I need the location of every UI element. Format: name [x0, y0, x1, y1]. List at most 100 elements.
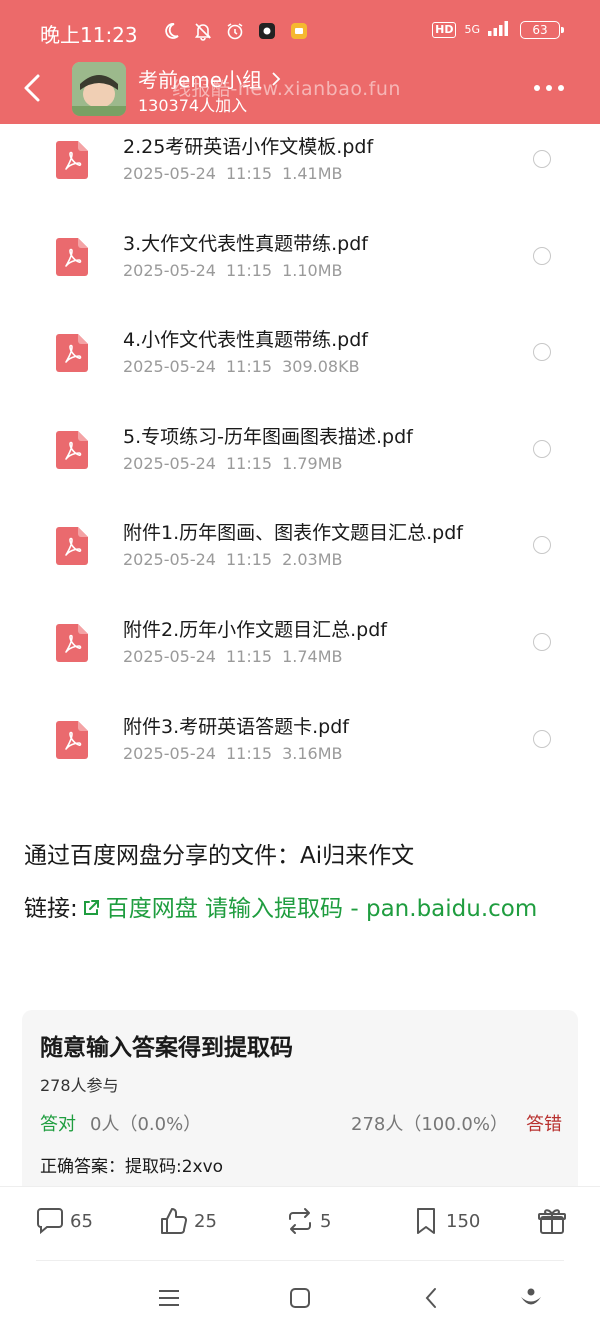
status-icons — [160, 20, 310, 42]
file-select-radio[interactable] — [533, 536, 551, 555]
file-time: 11:15 — [225, 357, 273, 377]
file-row[interactable]: 3.大作文代表性真题带练.pdf 2025-05-24 11:15 1.10MB — [0, 221, 600, 318]
file-row[interactable]: 4.小作文代表性真题带练.pdf 2025-05-24 11:15 309.08KB — [0, 317, 600, 414]
quiz-answer: 正确答案：提取码:2xvo — [40, 1157, 224, 1177]
pdf-file-icon — [56, 334, 88, 373]
file-size: 1.74MB — [282, 646, 343, 666]
share-link-line: 链接: 百度网盘 请输入提取码 - pan.baidu.com — [24, 885, 569, 933]
file-select-radio[interactable] — [533, 343, 551, 362]
pdf-file-icon — [56, 720, 88, 759]
quiz-card[interactable]: 随意输入答案得到提取码 278人参与 答对 0人（0.0%） 278人（100.… — [22, 1010, 578, 1200]
group-avatar[interactable] — [72, 62, 126, 116]
quiz-title: 随意输入答案得到提取码 — [40, 1035, 293, 1061]
like-button[interactable]: 25 — [158, 1205, 217, 1237]
file-name: 5.专项练习-历年图画图表描述.pdf — [123, 425, 413, 448]
quiz-correct-result: 答对 0人（0.0%） — [40, 1110, 201, 1136]
file-size: 1.79MB — [282, 453, 343, 473]
nav-row: 考前eme小组 130374人加入 线报酷-new.xianbao.fun — [0, 62, 600, 118]
quiz-participants: 278人参与 — [40, 1076, 119, 1095]
file-list: 2.25考研英语小作文模板.pdf 2025-05-24 11:15 1.41MB 3.… — [0, 124, 600, 800]
file-row[interactable]: 附件1.历年图画、图表作文题目汇总.pdf 2025-05-24 11:15 2.03… — [0, 510, 600, 607]
app-notification-icon — [256, 20, 278, 42]
nav-back-icon — [425, 1288, 436, 1308]
external-link-icon — [83, 900, 99, 915]
pdf-file-icon — [56, 527, 88, 566]
pdf-file-icon — [56, 237, 88, 276]
watermark: 线报酷-new.xianbao.fun — [172, 78, 401, 100]
file-meta: 2025-05-24 11:15 2.03MB — [123, 550, 343, 569]
file-name: 4.小作文代表性真题带练.pdf — [123, 329, 368, 352]
file-time: 11:15 — [225, 646, 273, 666]
link-prefix: 链接: — [24, 896, 78, 922]
file-row[interactable]: 5.专项练习-历年图画图表描述.pdf 2025-05-24 11:15 1.79MB — [0, 414, 600, 511]
file-size: 1.10MB — [282, 260, 343, 280]
comment-count: 65 — [70, 1210, 93, 1232]
file-row[interactable]: 附件2.历年小作文题目汇总.pdf 2025-05-24 11:15 1.74MB — [0, 607, 600, 704]
file-meta: 2025-05-24 11:15 1.74MB — [123, 647, 343, 666]
bookmark-button[interactable]: 150 — [410, 1205, 480, 1237]
file-meta: 2025-05-24 11:15 1.79MB — [123, 454, 343, 473]
file-select-radio[interactable] — [533, 729, 551, 748]
home-square-icon — [290, 1288, 310, 1308]
battery-level: 63 — [532, 22, 548, 37]
hd-badge: HD — [432, 21, 457, 38]
quiz-wrong-result: 278人（100.0%） 答错 — [351, 1110, 562, 1136]
bookmark-icon — [417, 1208, 435, 1234]
status-time: 晚上11:23 — [40, 23, 138, 47]
divider — [36, 1260, 564, 1261]
home-button[interactable] — [286, 1284, 314, 1312]
assistant-icon — [521, 1288, 541, 1305]
file-select-radio[interactable] — [533, 150, 551, 168]
file-row[interactable]: 附件3.考研英语答题卡.pdf 2025-05-24 11:15 3.16MB — [0, 704, 600, 801]
dot-icon — [558, 85, 564, 91]
message-app-icon — [288, 20, 310, 42]
moon-icon — [160, 20, 182, 42]
file-meta: 2025-05-24 11:15 1.10MB — [123, 261, 343, 280]
app-header: 晚上11:23 HD 5G 63 考前eme小组 130374人加入 线报酷-n… — [0, 0, 600, 124]
file-date: 2025-05-24 — [123, 743, 216, 763]
assistant-button[interactable] — [517, 1284, 545, 1312]
menu-icon — [159, 1290, 179, 1306]
file-time: 11:15 — [225, 550, 273, 570]
file-select-radio[interactable] — [533, 439, 551, 458]
comment-icon — [37, 1208, 63, 1235]
file-time: 11:15 — [225, 164, 273, 183]
bell-off-icon — [192, 20, 214, 42]
file-name: 附件3.考研英语答题卡.pdf — [123, 715, 349, 738]
avatar-image — [72, 62, 126, 116]
system-nav-bar — [0, 1268, 600, 1333]
file-meta: 2025-05-24 11:15 3.16MB — [123, 744, 343, 763]
file-size: 309.08KB — [282, 357, 360, 377]
file-meta: 2025-05-24 11:15 309.08KB — [123, 357, 360, 376]
file-name: 2.25考研英语小作文模板.pdf — [123, 136, 374, 158]
signal-icon — [488, 20, 512, 39]
file-time: 11:15 — [225, 260, 273, 280]
gift-button[interactable] — [536, 1205, 568, 1237]
more-options-button[interactable] — [534, 78, 570, 98]
like-count: 25 — [194, 1210, 217, 1232]
menu-button[interactable] — [155, 1284, 183, 1312]
file-date: 2025-05-24 — [123, 357, 216, 377]
action-bar: 65 25 5 150 — [0, 1186, 600, 1260]
file-date: 2025-05-24 — [123, 260, 216, 280]
file-time: 11:15 — [225, 743, 273, 763]
status-bar: 晚上11:23 HD 5G 63 — [0, 0, 600, 62]
wrong-label: 答错 — [526, 1114, 562, 1135]
gift-icon — [538, 1209, 566, 1234]
file-date: 2025-05-24 — [123, 453, 216, 473]
repost-button[interactable]: 5 — [284, 1205, 331, 1237]
nav-back-button[interactable] — [418, 1284, 446, 1312]
file-select-radio[interactable] — [533, 246, 551, 265]
file-name: 附件2.历年小作文题目汇总.pdf — [123, 618, 387, 641]
network-label: 5G — [464, 22, 480, 36]
file-select-radio[interactable] — [533, 632, 551, 651]
pdf-file-icon — [56, 430, 88, 469]
pdf-file-icon — [56, 623, 88, 662]
dot-icon — [534, 85, 540, 91]
back-button[interactable] — [18, 68, 48, 108]
file-name: 附件1.历年图画、图表作文题目汇总.pdf — [123, 522, 463, 545]
baidu-link[interactable]: 百度网盘 请输入提取码 - pan.baidu.com — [106, 896, 538, 922]
battery-icon: 63 — [520, 20, 564, 39]
file-row[interactable]: 2.25考研英语小作文模板.pdf 2025-05-24 11:15 1.41MB — [0, 124, 600, 221]
comment-button[interactable]: 65 — [34, 1205, 93, 1237]
